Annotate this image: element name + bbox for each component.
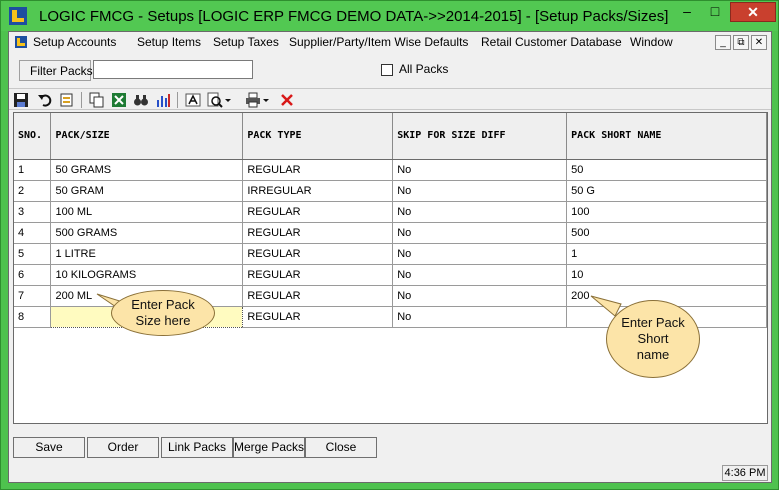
chevron-down-icon[interactable] (261, 92, 271, 108)
mdi-close-button[interactable]: ✕ (751, 35, 767, 50)
cell-skip-for-size-diff[interactable]: No (392, 285, 568, 307)
menu-supplier-defaults[interactable]: Supplier/Party/Item Wise Defaults (289, 35, 468, 49)
callout-enter-pack-short-name: Enter Pack Short name (606, 300, 700, 378)
column-header-pack-type[interactable]: PACK TYPE (242, 113, 394, 160)
cell-sno[interactable]: 2 (14, 180, 52, 202)
order-button[interactable]: Order (87, 437, 159, 458)
copy-icon[interactable] (89, 92, 105, 108)
cell-pack-type[interactable]: REGULAR (242, 306, 394, 328)
font-icon[interactable] (185, 92, 201, 108)
table-row[interactable]: 4 500 GRAMS REGULAR No 500 (14, 222, 767, 244)
close-button[interactable]: Close (305, 437, 377, 458)
cell-pack-short-name[interactable]: 500 (566, 222, 767, 244)
cell-skip-for-size-diff[interactable]: No (392, 201, 568, 223)
merge-packs-button[interactable]: Merge Packs (233, 437, 305, 458)
cell-sno[interactable]: 8 (14, 306, 52, 328)
cell-pack-short-name[interactable]: 50 G (566, 180, 767, 202)
filter-packs-input[interactable] (93, 60, 253, 79)
cell-pack-type[interactable]: REGULAR (242, 285, 394, 307)
column-header-skip-for-size-diff[interactable]: SKIP FOR SIZE DIFF (392, 113, 568, 160)
cell-skip-for-size-diff[interactable]: No (392, 306, 568, 328)
cell-skip-for-size-diff[interactable]: No (392, 222, 568, 244)
status-bar: 4:36 PM (9, 464, 771, 482)
cell-pack-size[interactable]: 50 GRAM (50, 180, 244, 202)
save-button[interactable]: Save (13, 437, 85, 458)
document-icon[interactable] (14, 35, 28, 49)
column-header-pack-short-name[interactable]: PACK SHORT NAME (566, 113, 767, 160)
cell-pack-size[interactable]: 500 GRAMS (50, 222, 244, 244)
toolbar-separator (81, 92, 82, 108)
all-packs-checkbox[interactable] (381, 64, 393, 76)
menu-retail-customer-database[interactable]: Retail Customer Database (481, 35, 622, 49)
cell-sno[interactable]: 5 (14, 243, 52, 265)
callout-enter-pack-size: Enter Pack Size here (111, 290, 215, 336)
menu-bar: Setup Accounts Setup Items Setup Taxes S… (9, 32, 771, 53)
print-preview-icon[interactable] (59, 92, 75, 108)
minimize-button[interactable]: – (674, 2, 700, 22)
title-bar[interactable]: LOGIC FMCG - Setups [LOGIC ERP FMCG DEMO… (1, 1, 778, 31)
cell-pack-short-name[interactable]: 50 (566, 159, 767, 181)
undo-icon[interactable] (37, 92, 53, 108)
cell-pack-type[interactable]: REGULAR (242, 222, 394, 244)
cell-pack-size[interactable]: 10 KILOGRAMS (50, 264, 244, 286)
toolbar (9, 88, 771, 110)
cell-pack-type[interactable]: REGULAR (242, 201, 394, 223)
table-row[interactable]: 6 10 KILOGRAMS REGULAR No 10 (14, 264, 767, 286)
cell-skip-for-size-diff[interactable]: No (392, 243, 568, 265)
cell-sno[interactable]: 7 (14, 285, 52, 307)
column-header-pack-size[interactable]: PACK/SIZE (50, 113, 244, 160)
cell-pack-type[interactable]: REGULAR (242, 264, 394, 286)
table-row[interactable]: 2 50 GRAM IRREGULAR No 50 G (14, 180, 767, 202)
table-row[interactable]: 3 100 ML REGULAR No 100 (14, 201, 767, 223)
cell-sno[interactable]: 6 (14, 264, 52, 286)
menu-window[interactable]: Window (630, 35, 673, 49)
close-window-button[interactable]: ✕ (730, 2, 776, 22)
cell-skip-for-size-diff[interactable]: No (392, 264, 568, 286)
menu-setup-items[interactable]: Setup Items (137, 35, 201, 49)
menu-setup-taxes[interactable]: Setup Taxes (213, 35, 279, 49)
table-row[interactable]: 51 LITRE REGULAR No 1 (14, 243, 767, 265)
table-header-row: SNO. PACK/SIZE PACK TYPE SKIP FOR SIZE D… (14, 113, 767, 160)
table-row[interactable]: 1 50 GRAMS REGULAR No 50 (14, 159, 767, 181)
cell-pack-size[interactable]: 1 LITRE (50, 243, 244, 265)
window-title: LOGIC FMCG - Setups [LOGIC ERP FMCG DEMO… (39, 8, 669, 25)
app-window: LOGIC FMCG - Setups [LOGIC ERP FMCG DEMO… (0, 0, 779, 490)
find-icon[interactable] (133, 92, 149, 108)
cell-sno[interactable]: 3 (14, 201, 52, 223)
chevron-down-icon[interactable] (223, 92, 233, 108)
menu-setup-accounts[interactable]: Setup Accounts (33, 35, 116, 49)
all-packs-label[interactable]: All Packs (399, 62, 448, 76)
cell-pack-type[interactable]: IRREGULAR (242, 180, 394, 202)
mdi-minimize-button[interactable]: _ (715, 35, 731, 50)
cell-pack-short-name[interactable]: 10 (566, 264, 767, 286)
cell-pack-size[interactable]: 50 GRAMS (50, 159, 244, 181)
column-header-sno[interactable]: SNO. (14, 113, 52, 160)
cell-pack-size[interactable]: 100 ML (50, 201, 244, 223)
cell-sno[interactable]: 4 (14, 222, 52, 244)
save-icon[interactable] (13, 92, 29, 108)
maximize-button[interactable]: □ (702, 2, 728, 22)
cell-pack-short-name[interactable]: 100 (566, 201, 767, 223)
mdi-restore-button[interactable]: ⧉ (733, 35, 749, 50)
cell-pack-type[interactable]: REGULAR (242, 159, 394, 181)
cell-skip-for-size-diff[interactable]: No (392, 159, 568, 181)
delete-icon[interactable] (279, 92, 295, 108)
excel-icon[interactable] (111, 92, 127, 108)
mdi-client: Setup Accounts Setup Items Setup Taxes S… (8, 31, 772, 483)
zoom-icon[interactable] (207, 92, 223, 108)
cell-pack-short-name[interactable]: 1 (566, 243, 767, 265)
filter-packs-label: Filter Packs (19, 60, 93, 81)
toolbar-separator (177, 92, 178, 108)
cell-skip-for-size-diff[interactable]: No (392, 180, 568, 202)
status-time: 4:36 PM (722, 465, 768, 481)
cell-pack-type[interactable]: REGULAR (242, 243, 394, 265)
chart-icon[interactable] (155, 92, 171, 108)
cell-sno[interactable]: 1 (14, 159, 52, 181)
link-packs-button[interactable]: Link Packs (161, 437, 233, 458)
printer-icon[interactable] (245, 92, 261, 108)
app-logo-icon (9, 7, 27, 25)
